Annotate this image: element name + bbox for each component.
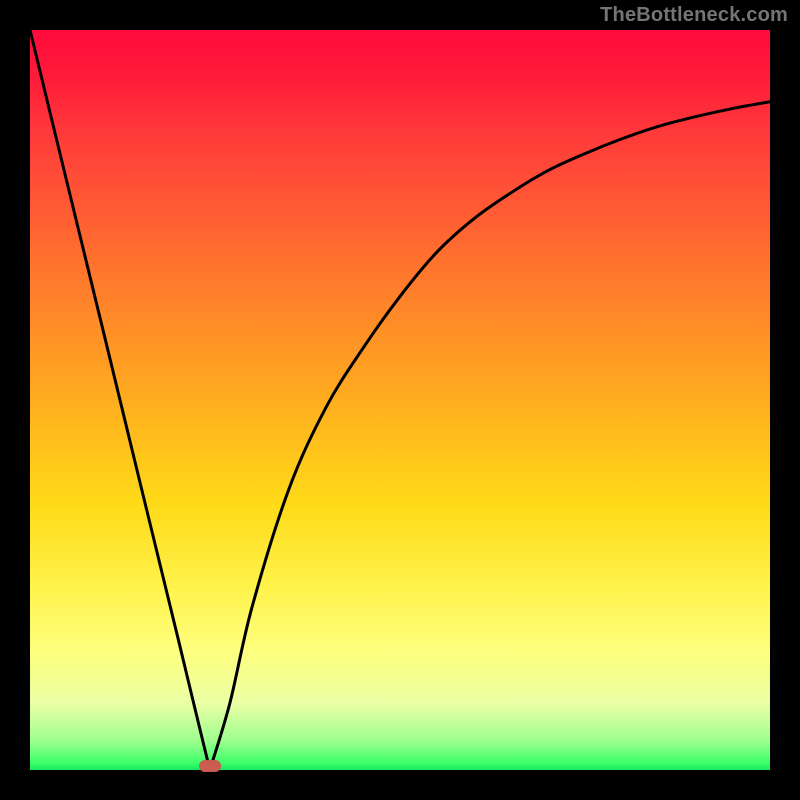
min-point-pill <box>199 760 221 772</box>
watermark-text: TheBottleneck.com <box>600 4 788 27</box>
bottleneck-curve <box>30 30 770 770</box>
chart-container: TheBottleneck.com <box>0 0 800 800</box>
plot-area <box>30 30 770 770</box>
